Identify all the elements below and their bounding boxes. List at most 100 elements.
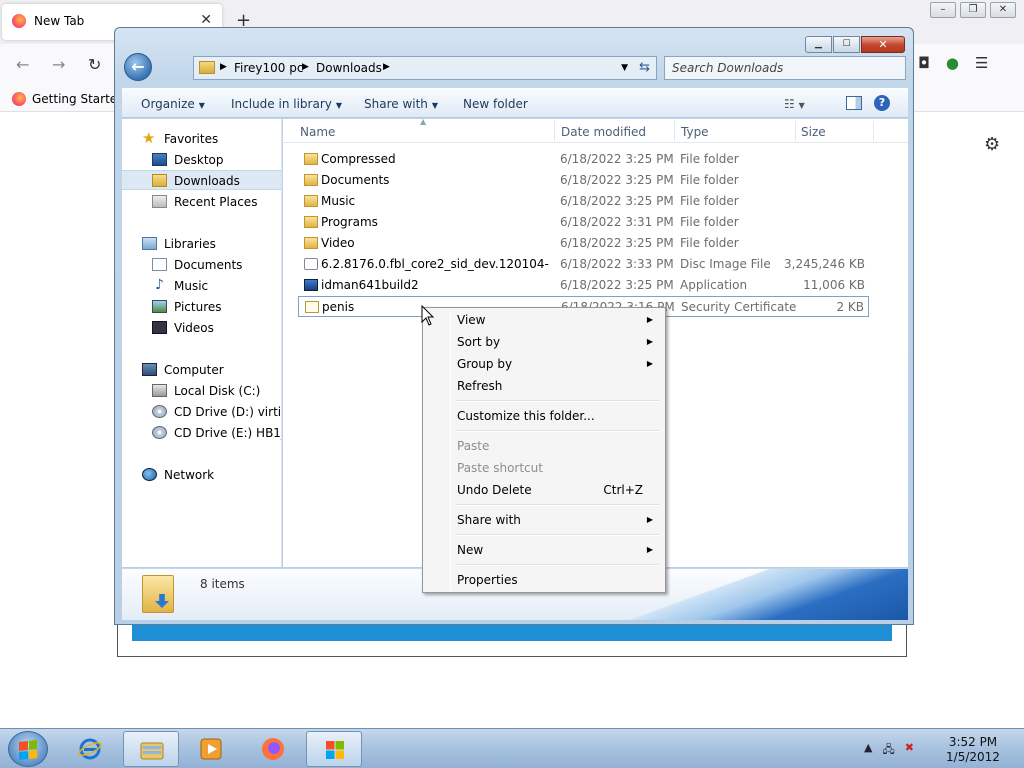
forward-arrow-icon[interactable]: → bbox=[52, 55, 65, 74]
view-options-icon[interactable]: ☷ ▼ bbox=[784, 97, 805, 111]
clock-time: 3:52 PM bbox=[948, 735, 998, 749]
menu-item-undo-delete[interactable]: Undo Delete Ctrl+Z bbox=[425, 479, 663, 501]
close-icon[interactable]: ✕ bbox=[990, 2, 1016, 18]
menu-label: View bbox=[457, 313, 486, 327]
menu-item-paste: Paste bbox=[425, 435, 663, 457]
taskbar-windows-app[interactable] bbox=[306, 731, 362, 767]
nav-label: Pictures bbox=[174, 300, 222, 314]
nav-pictures[interactable]: Pictures bbox=[122, 297, 281, 317]
nav-label: Documents bbox=[174, 258, 243, 272]
nav-recent-places[interactable]: Recent Places bbox=[122, 192, 281, 212]
nav-music[interactable]: ♪ Music bbox=[122, 276, 281, 296]
file-row[interactable]: Compressed 6/18/2022 3:25 PM File folder bbox=[298, 149, 869, 170]
menu-shortcut: Ctrl+Z bbox=[603, 483, 643, 497]
restore-icon[interactable]: ❐ bbox=[960, 2, 986, 18]
menu-item-properties[interactable]: Properties bbox=[425, 569, 663, 591]
include-in-library-button[interactable]: Include in library ▼ bbox=[231, 97, 342, 111]
nav-local-disk[interactable]: Local Disk (C:) bbox=[122, 381, 281, 401]
menu-label: Properties bbox=[457, 573, 518, 587]
preview-pane-icon[interactable] bbox=[846, 96, 862, 110]
minimize-button[interactable]: ▁ bbox=[805, 36, 832, 53]
file-size: 2 KB bbox=[836, 300, 864, 314]
chevron-down-icon[interactable]: ▼ bbox=[621, 63, 628, 73]
minimize-icon[interactable]: – bbox=[930, 2, 956, 18]
nav-label: Computer bbox=[164, 363, 224, 377]
chevron-down-icon: ▼ bbox=[335, 101, 343, 110]
show-hidden-icons[interactable]: ▲ bbox=[864, 741, 872, 760]
nav-label: CD Drive (D:) virtio-w bbox=[174, 405, 282, 419]
nav-videos[interactable]: Videos bbox=[122, 318, 281, 338]
folder-icon bbox=[304, 195, 318, 207]
chevron-right-icon[interactable]: ▶ bbox=[302, 62, 309, 72]
gear-icon[interactable]: ⚙ bbox=[984, 134, 1000, 155]
file-date: 6/18/2022 3:25 PM bbox=[560, 236, 674, 250]
breadcrumb-downloads[interactable]: Downloads bbox=[316, 61, 382, 75]
column-type[interactable]: Type bbox=[681, 125, 709, 139]
column-name[interactable]: Name bbox=[300, 125, 335, 139]
network-tray-icon[interactable]: 🖧 bbox=[882, 741, 894, 760]
help-icon[interactable]: ? bbox=[874, 95, 890, 111]
search-input[interactable]: Search Downloads bbox=[664, 56, 906, 80]
nav-libraries[interactable]: Libraries bbox=[122, 234, 281, 254]
clock[interactable]: 3:52 PM 1/5/2012 bbox=[940, 735, 1006, 765]
extension-icon[interactable]: ● bbox=[946, 54, 959, 72]
file-row[interactable]: Programs 6/18/2022 3:31 PM File folder bbox=[298, 212, 869, 233]
nav-downloads[interactable]: Downloads bbox=[122, 170, 281, 190]
taskbar-windows-explorer[interactable] bbox=[123, 731, 179, 767]
organize-button[interactable]: Organize ▼ bbox=[141, 97, 205, 111]
column-date-modified[interactable]: Date modified bbox=[561, 125, 646, 139]
nav-network[interactable]: Network bbox=[122, 465, 281, 485]
volume-muted-icon[interactable]: ✖ bbox=[905, 741, 914, 760]
nav-favorites[interactable]: ★ Favorites bbox=[122, 129, 281, 149]
back-arrow-icon[interactable]: ← bbox=[16, 55, 29, 74]
nav-desktop[interactable]: Desktop bbox=[122, 150, 281, 170]
file-date: 6/18/2022 3:25 PM bbox=[560, 152, 674, 166]
menu-item-group-by[interactable]: Group by ▶ bbox=[425, 353, 663, 375]
file-row[interactable]: Video 6/18/2022 3:25 PM File folder bbox=[298, 233, 869, 254]
nav-cd-drive-e[interactable]: CD Drive (E:) HB1_CC bbox=[122, 423, 281, 443]
taskbar-internet-explorer[interactable] bbox=[62, 731, 118, 767]
chevron-right-icon[interactable]: ▶ bbox=[220, 62, 227, 72]
nav-documents[interactable]: Documents bbox=[122, 255, 281, 275]
start-button[interactable] bbox=[8, 731, 48, 767]
pocket-icon[interactable]: ◘ bbox=[918, 54, 930, 72]
close-button[interactable]: ✕ bbox=[861, 36, 905, 53]
menu-item-view[interactable]: View ▶ bbox=[425, 309, 663, 331]
menu-item-share-with[interactable]: Share with ▶ bbox=[425, 509, 663, 531]
column-divider[interactable] bbox=[674, 121, 675, 141]
videos-icon bbox=[152, 321, 167, 334]
file-row[interactable]: 6.2.8176.0.fbl_core2_sid_dev.120104-2026… bbox=[298, 254, 869, 275]
breadcrumb-pc[interactable]: Firey100 pc bbox=[234, 61, 303, 75]
column-divider[interactable] bbox=[554, 121, 555, 141]
close-tab-button[interactable]: ✕ bbox=[200, 12, 212, 28]
refresh-icon[interactable]: ⇆ bbox=[639, 60, 650, 75]
nav-cd-drive-d[interactable]: CD Drive (D:) virtio-w bbox=[122, 402, 282, 422]
reload-icon[interactable]: ↻ bbox=[88, 55, 101, 74]
file-date: 6/18/2022 3:31 PM bbox=[560, 215, 674, 229]
new-folder-button[interactable]: New folder bbox=[463, 97, 528, 111]
bookmark-getting-started[interactable]: Getting Started bbox=[32, 92, 125, 106]
menu-item-new[interactable]: New ▶ bbox=[425, 539, 663, 561]
address-bar[interactable]: ▶ Firey100 pc ▶ Downloads ▶ ▼ ⇆ bbox=[193, 56, 657, 80]
taskbar-media-player[interactable] bbox=[183, 731, 239, 767]
file-row[interactable]: Music 6/18/2022 3:25 PM File folder bbox=[298, 191, 869, 212]
chevron-right-icon[interactable]: ▶ bbox=[383, 62, 390, 72]
column-divider[interactable] bbox=[873, 121, 874, 141]
share-with-button[interactable]: Share with ▼ bbox=[364, 97, 438, 111]
menu-icon[interactable]: ☰ bbox=[975, 54, 988, 72]
include-in-library-label: Include in library bbox=[231, 97, 332, 111]
file-row[interactable]: Documents 6/18/2022 3:25 PM File folder bbox=[298, 170, 869, 191]
maximize-button[interactable]: ☐ bbox=[833, 36, 860, 53]
menu-item-customize-folder[interactable]: Customize this folder... bbox=[425, 405, 663, 427]
menu-item-paste-shortcut: Paste shortcut bbox=[425, 457, 663, 479]
column-divider[interactable] bbox=[795, 121, 796, 141]
nav-computer[interactable]: Computer bbox=[122, 360, 281, 380]
file-row[interactable]: idman641build2 6/18/2022 3:25 PM Applica… bbox=[298, 275, 869, 296]
menu-item-refresh[interactable]: Refresh bbox=[425, 375, 663, 397]
menu-item-sort-by[interactable]: Sort by ▶ bbox=[425, 331, 663, 353]
music-icon: ♪ bbox=[155, 277, 164, 293]
nav-label: Downloads bbox=[174, 174, 240, 188]
back-button[interactable]: ← bbox=[124, 53, 152, 81]
taskbar-firefox[interactable] bbox=[245, 731, 301, 767]
column-size[interactable]: Size bbox=[801, 125, 826, 139]
